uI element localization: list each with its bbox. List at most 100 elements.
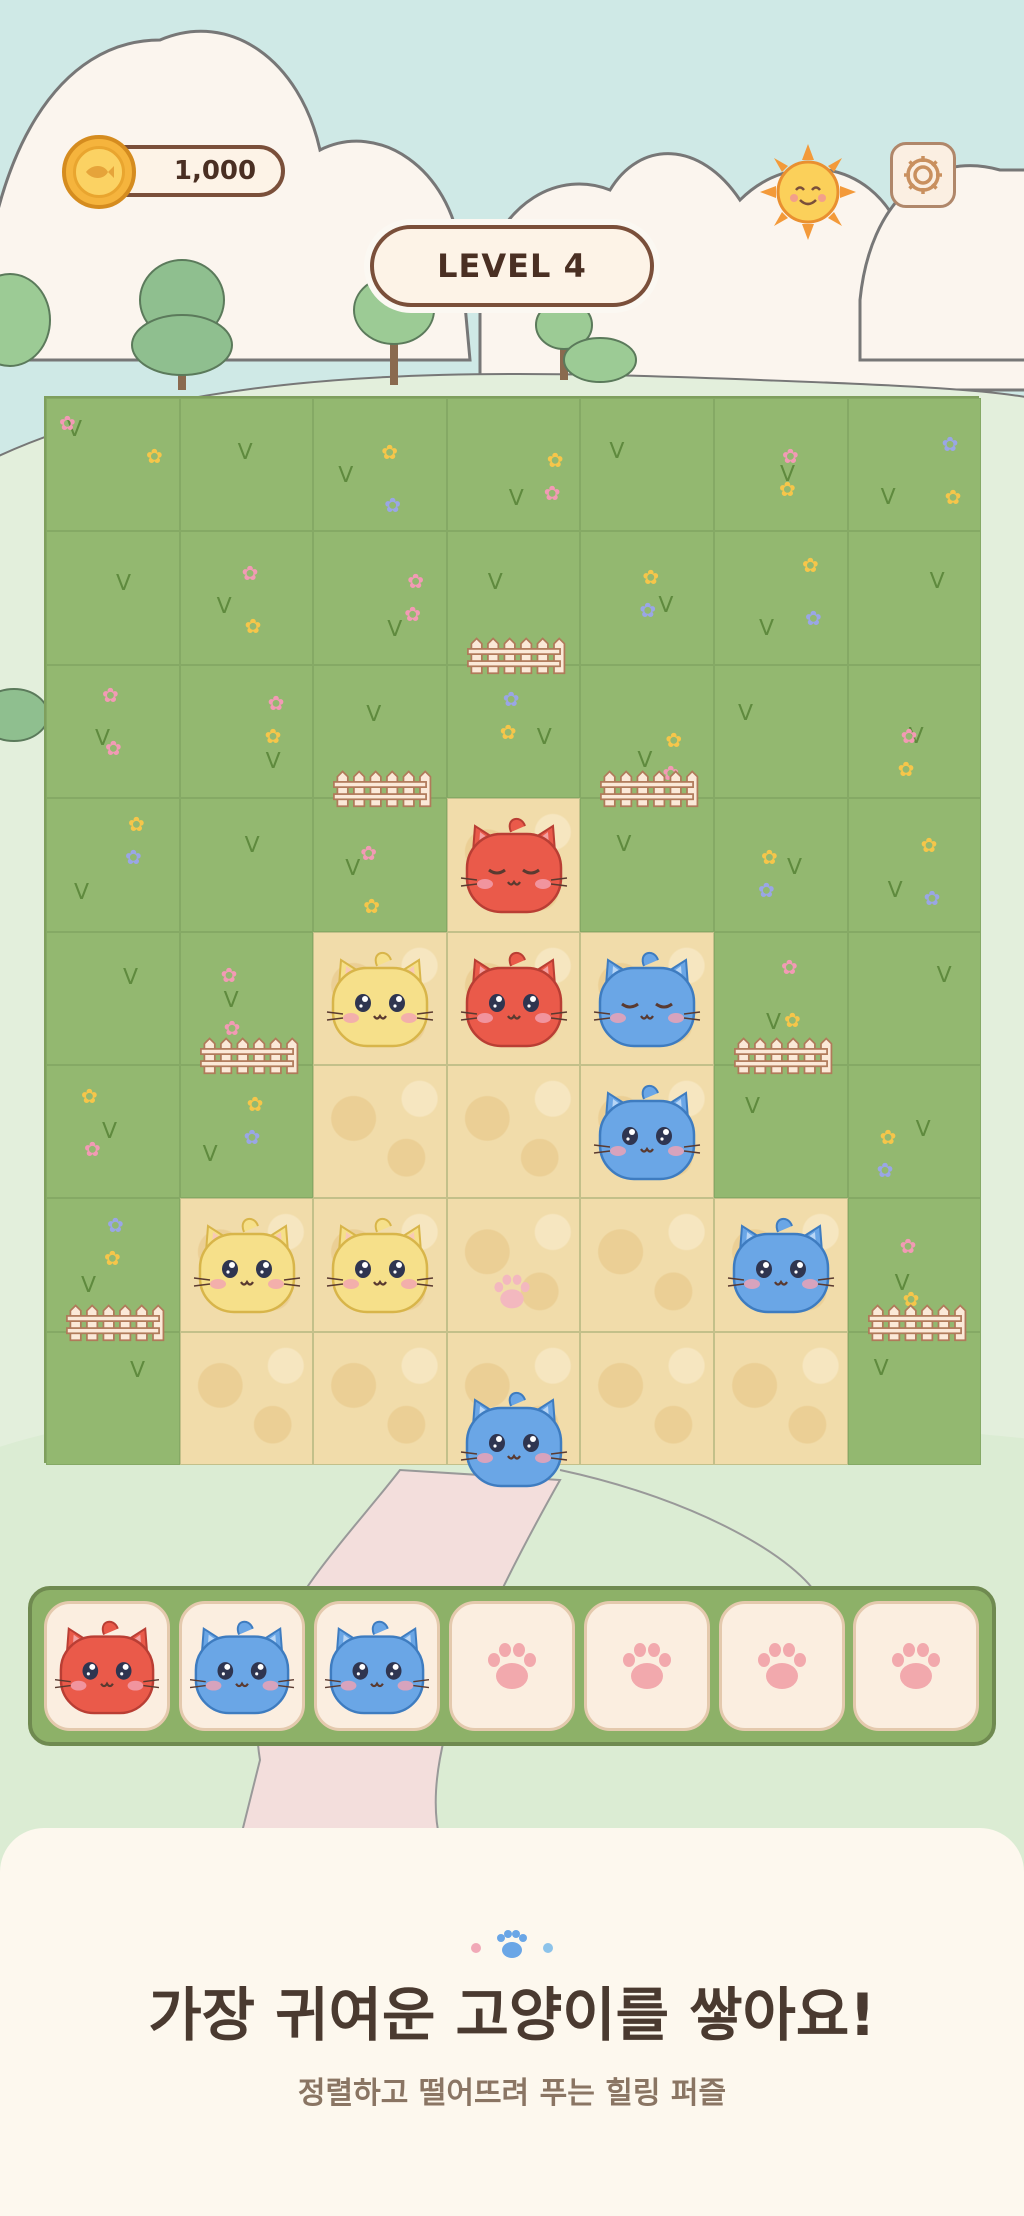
grass-sprig: ᐯ — [216, 594, 232, 620]
paw-print-icon — [757, 1643, 806, 1689]
flower-icon: ✿ — [920, 833, 938, 858]
grass-sprig: ᐯ — [366, 701, 382, 727]
flower-icon: ✿ — [900, 723, 918, 748]
board-cell-sand — [179, 1331, 314, 1466]
grass-sprig: ᐯ — [487, 570, 503, 596]
fish-coin-icon — [62, 135, 136, 209]
cat-tray — [28, 1586, 996, 1746]
flower-icon: ✿ — [546, 448, 564, 472]
board-cell-grass: ᐯ ✿ ✿ — [446, 398, 581, 532]
flower-icon: ✿ — [783, 1007, 801, 1032]
blue-cat-piece — [325, 1620, 430, 1715]
board-cell-grass: ᐯ ✿ ✿ — [446, 664, 581, 799]
flower-icon: ✿ — [404, 602, 421, 627]
flower-icon: ✿ — [879, 1124, 897, 1149]
blue-cat-piece[interactable] — [459, 1386, 569, 1490]
flower-icon: ✿ — [81, 1083, 98, 1108]
board-cell-grass: ᐯ ✿ ✿ — [179, 1064, 314, 1199]
board-cell-grass: ᐯ ✿ ✿ — [847, 1064, 982, 1199]
red-cat-piece[interactable] — [459, 946, 569, 1050]
paw-print-icon — [487, 1643, 536, 1689]
board-cell-sand — [446, 1064, 581, 1199]
flower-icon: ✿ — [59, 411, 76, 435]
tray-slot[interactable] — [853, 1601, 980, 1731]
tray-slot[interactable] — [314, 1601, 441, 1731]
fence-icon — [333, 770, 432, 808]
yellow-cat-piece[interactable] — [192, 1212, 302, 1316]
flower-icon: ✿ — [128, 812, 145, 837]
grass-sprig: ᐯ — [915, 1116, 931, 1142]
flower-icon: ✿ — [264, 723, 282, 748]
board-cell-grass: ᐯ ✿ ✿ — [46, 664, 180, 799]
board-cell-grass: ᐯ ✿ ✿ — [313, 531, 447, 665]
grass-sprig: ᐯ — [758, 616, 775, 642]
red-cat-piece[interactable] — [459, 812, 569, 916]
board-cell-grass: ᐯ — [713, 664, 848, 799]
settings-button[interactable] — [890, 142, 956, 208]
flower-icon: ✿ — [781, 444, 799, 468]
tray-slot[interactable] — [44, 1601, 171, 1731]
flower-icon: ✿ — [243, 1124, 261, 1149]
level-label: LEVEL 4 — [437, 247, 587, 285]
flower-icon: ✿ — [220, 962, 238, 987]
grass-sprig: ᐯ — [737, 700, 754, 726]
grass-sprig: ᐯ — [102, 1118, 118, 1144]
board-cell-grass: ᐯ ✿ ✿ — [847, 664, 982, 799]
fence-icon — [66, 1304, 165, 1341]
flower-icon: ✿ — [104, 1246, 121, 1271]
board-cell-grass: ᐯ ✿ ✿ — [313, 798, 447, 932]
board-cell-grass: ᐯ ✿ ✿ — [713, 798, 848, 932]
smiling-sun-icon — [760, 144, 856, 240]
tray-slot[interactable] — [718, 1601, 845, 1731]
flower-icon: ✿ — [899, 1234, 917, 1259]
flower-icon: ✿ — [381, 440, 398, 464]
flower-icon: ✿ — [804, 606, 822, 631]
grass-sprig: ᐯ — [765, 1009, 782, 1035]
paw-dots-icon — [471, 1930, 553, 1958]
board-cell-grass: ᐯ — [46, 531, 180, 665]
tray-slot[interactable] — [583, 1601, 710, 1731]
grass-sprig: ᐯ — [744, 1093, 761, 1119]
flower-icon: ✿ — [757, 878, 775, 903]
flower-icon: ✿ — [499, 719, 517, 744]
grass-sprig: ᐯ — [244, 833, 260, 859]
board-cell-grass: ᐯ ✿ ✿ — [313, 398, 447, 532]
board-cell-grass: ᐯ — [580, 398, 714, 532]
grass-sprig: ᐯ — [338, 463, 354, 488]
grass-sprig: ᐯ — [81, 1273, 97, 1299]
gear-icon — [904, 156, 942, 194]
grass-sprig: ᐯ — [508, 486, 524, 511]
paw-print-icon — [892, 1643, 941, 1689]
flower-icon: ✿ — [360, 841, 377, 866]
grass-sprig: ᐯ — [345, 856, 361, 882]
yellow-cat-piece[interactable] — [325, 946, 435, 1050]
flower-icon: ✿ — [923, 886, 941, 911]
flower-icon: ✿ — [876, 1157, 894, 1182]
flower-icon: ✿ — [665, 727, 683, 752]
grass-sprig: ᐯ — [387, 617, 403, 643]
puzzle-board: ᐯ ✿ ✿ ᐯ ᐯ ✿ ✿ ᐯ ✿ ✿ ᐯ ᐯ ✿ ✿ ᐯ ✿ ✿ ᐯ ᐯ ✿ ✿ ᐯ ✿ ✿ ᐯ ᐯ ✿ ✿ ᐯ ✿ ✿ ᐯ ᐯ ✿ ✿ ᐯ ✿ ✿ ᐯ ᐯ… — [44, 396, 982, 1488]
flower-icon: ✿ — [363, 894, 380, 919]
board-cell-grass: ᐯ ✿ ✿ — [46, 798, 180, 932]
grass-sprig: ᐯ — [130, 1357, 146, 1383]
flower-icon: ✿ — [801, 553, 819, 578]
grass-sprig: ᐯ — [929, 569, 945, 595]
tray-slot[interactable] — [179, 1601, 306, 1731]
flower-icon: ✿ — [642, 565, 660, 590]
blue-cat-piece[interactable] — [592, 1079, 702, 1183]
flower-icon: ✿ — [760, 845, 778, 870]
tray-slot[interactable] — [448, 1601, 575, 1731]
flower-icon: ✿ — [107, 1213, 124, 1238]
blue-cat-piece[interactable] — [592, 946, 702, 1050]
board-cell-grass: ᐯ ✿ ✿ — [847, 398, 982, 532]
flower-icon: ✿ — [897, 756, 915, 781]
board-cell-grass: ᐯ ✿ ✿ — [46, 1064, 180, 1199]
grass-sprig: ᐯ — [936, 962, 952, 988]
flower-icon: ✿ — [105, 735, 122, 760]
fence-icon — [867, 1304, 966, 1341]
grass-sprig: ᐯ — [873, 1355, 889, 1381]
grass-sprig: ᐯ — [116, 571, 132, 597]
yellow-cat-piece[interactable] — [325, 1212, 435, 1316]
paw-print-icon — [622, 1643, 671, 1689]
blue-cat-piece[interactable] — [726, 1212, 836, 1316]
